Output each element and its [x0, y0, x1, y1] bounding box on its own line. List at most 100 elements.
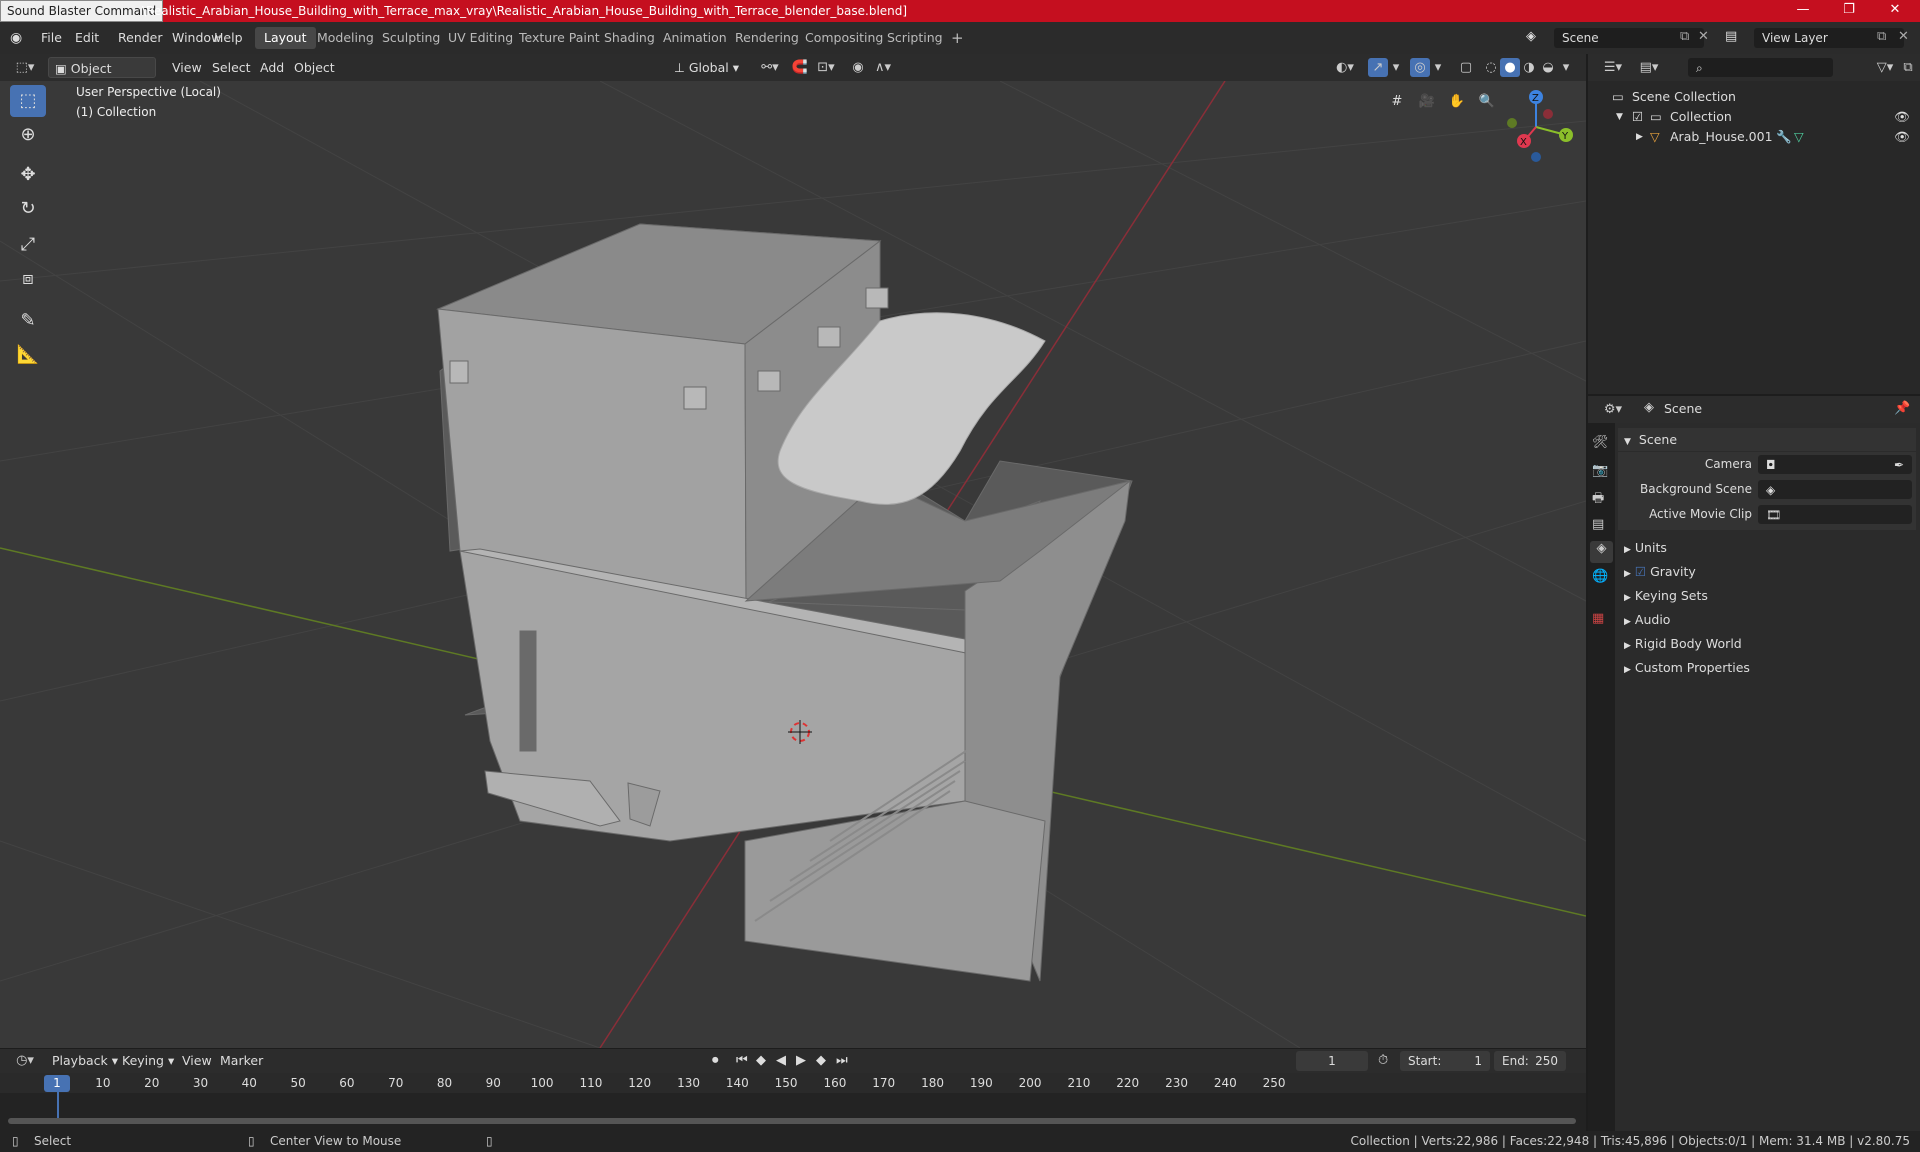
current-frame-field[interactable]: 1: [1296, 1051, 1368, 1071]
outliner-row-scene-collection[interactable]: ▭ Scene Collection: [1588, 86, 1920, 108]
gizmo-toggle-icon[interactable]: ↗: [1368, 58, 1388, 77]
timeline-editor-type-icon[interactable]: ◷▾: [10, 1051, 40, 1070]
panel-units[interactable]: ▶ Units: [1618, 536, 1916, 559]
eyedropper-icon[interactable]: ✒: [1894, 455, 1904, 475]
navigation-gizmo[interactable]: Z Y X: [1500, 85, 1580, 165]
panel-audio[interactable]: ▶ Audio: [1618, 608, 1916, 631]
camera-field[interactable]: ◘ ✒: [1758, 455, 1912, 474]
3d-viewport[interactable]: User Perspective (Local) (1) Collection …: [0, 81, 1586, 1048]
checkbox-icon[interactable]: ☑: [1632, 106, 1643, 128]
menu-add[interactable]: Add: [254, 57, 290, 78]
scene-tab-icon[interactable]: ◈: [1590, 541, 1613, 563]
panel-custom-properties[interactable]: ▶ Custom Properties: [1618, 656, 1916, 679]
add-workspace-icon[interactable]: +: [942, 27, 973, 49]
tab-sculpting[interactable]: Sculpting: [373, 27, 449, 49]
menu-view[interactable]: View: [166, 57, 208, 78]
display-mode-icon[interactable]: ▤▾: [1634, 58, 1664, 77]
outliner-row-object[interactable]: ▶ ▽ Arab_House.001 🔧 ▽ 👁: [1588, 126, 1920, 148]
eye-icon[interactable]: 👁: [1894, 126, 1910, 148]
next-keyframe-icon[interactable]: ◆: [816, 1053, 826, 1068]
view-layer-icon[interactable]: ▤: [1725, 29, 1737, 44]
gravity-checkbox[interactable]: ☑: [1635, 564, 1646, 579]
scene-icon[interactable]: ◈: [1526, 29, 1536, 44]
background-scene-field[interactable]: ◈: [1758, 480, 1912, 499]
shading-dropdown-icon[interactable]: ▾: [1558, 58, 1574, 77]
tab-layout[interactable]: Layout: [255, 27, 316, 49]
eye-icon[interactable]: 👁: [1894, 106, 1910, 128]
restore-button[interactable]: ❐: [1826, 0, 1872, 22]
proportional-edit-icon[interactable]: ◉: [848, 58, 868, 77]
new-scene-icon[interactable]: ⧉: [1680, 29, 1689, 44]
timeline-scrollbar[interactable]: [8, 1118, 1576, 1124]
gizmo-dropdown-icon[interactable]: ▾: [1388, 58, 1404, 77]
minimize-button[interactable]: —: [1780, 0, 1826, 22]
menu-select[interactable]: Select: [206, 57, 257, 78]
remove-scene-icon[interactable]: ✕: [1698, 29, 1709, 44]
object-mode-dropdown[interactable]: ▣ Object Mode ▾: [48, 57, 156, 97]
rotate-tool-icon[interactable]: ↻: [10, 193, 46, 225]
playback-menu[interactable]: Playback ▾: [46, 1050, 124, 1071]
jump-start-icon[interactable]: ⏮: [736, 1053, 748, 1068]
output-tab-icon[interactable]: 🖶: [1592, 489, 1604, 511]
tab-animation[interactable]: Animation: [654, 27, 736, 49]
measure-tool-icon[interactable]: 📐: [10, 339, 46, 371]
render-tab-icon[interactable]: 📷: [1592, 463, 1608, 478]
panel-gravity[interactable]: ▶ ☑ Gravity: [1618, 560, 1916, 583]
panel-keying-sets[interactable]: ▶ Keying Sets: [1618, 584, 1916, 607]
new-collection-icon[interactable]: ⧉: [1898, 58, 1918, 77]
end-frame-field[interactable]: End: 250: [1494, 1051, 1566, 1071]
overlay-dropdown-icon[interactable]: ▾: [1430, 58, 1446, 77]
material-shading-icon[interactable]: ◑: [1519, 58, 1539, 77]
start-frame-field[interactable]: Start: 1: [1400, 1051, 1490, 1071]
prev-keyframe-icon[interactable]: ◆: [756, 1053, 766, 1068]
solid-shading-icon[interactable]: ●: [1500, 58, 1520, 77]
properties-editor-type-icon[interactable]: ⚙▾: [1598, 400, 1628, 419]
new-view-layer-icon[interactable]: ⧉: [1877, 29, 1886, 44]
world-tab-icon[interactable]: 🌐: [1592, 569, 1608, 584]
expand-arrow-icon[interactable]: ▶: [1636, 126, 1643, 148]
play-icon[interactable]: ▶: [796, 1053, 806, 1068]
timeline-area[interactable]: 1 10 20 30 40 50 60 70 80 90 100 110 120 130 140 150 16…: [0, 1073, 1586, 1131]
close-window-button[interactable]: ✕: [1872, 0, 1918, 22]
xray-toggle-icon[interactable]: ▢: [1456, 58, 1476, 77]
pivot-point-icon[interactable]: ⚯▾: [756, 58, 784, 77]
keying-menu[interactable]: Keying ▾: [116, 1050, 180, 1071]
falloff-icon[interactable]: ∧▾: [868, 58, 898, 77]
menu-file[interactable]: File: [34, 27, 69, 49]
tool-tab-icon[interactable]: 🛠: [1592, 435, 1609, 450]
outliner-editor-type-icon[interactable]: ☰▾: [1598, 58, 1628, 77]
select-box-tool-icon[interactable]: ⬚: [10, 85, 46, 117]
menu-help[interactable]: Help: [207, 27, 250, 49]
modifier-icon[interactable]: 🔧: [1776, 126, 1792, 148]
playhead-frame-indicator[interactable]: 1: [44, 1075, 70, 1092]
tab-modeling[interactable]: Modeling: [308, 27, 383, 49]
camera-view-icon[interactable]: 🎥: [1414, 89, 1440, 115]
remove-view-layer-icon[interactable]: ✕: [1898, 29, 1909, 44]
jump-end-icon[interactable]: ⏭: [836, 1053, 848, 1068]
texture-tab-icon[interactable]: ▦: [1592, 611, 1604, 626]
annotate-tool-icon[interactable]: ✎: [10, 305, 46, 337]
tab-scripting[interactable]: Scripting: [878, 27, 952, 49]
snap-element-icon[interactable]: ⊡▾: [812, 58, 840, 77]
rendered-shading-icon[interactable]: ◒: [1538, 58, 1558, 77]
stopwatch-icon[interactable]: ⏱: [1378, 1053, 1388, 1068]
view-layer-tab-icon[interactable]: ▤: [1592, 517, 1604, 532]
orientation-dropdown[interactable]: ⊥ Global ▾: [668, 57, 746, 78]
timeline-view-menu[interactable]: View: [176, 1050, 218, 1071]
expand-arrow-icon[interactable]: ▼: [1616, 106, 1623, 128]
mesh-data-icon[interactable]: ▽: [1794, 126, 1804, 148]
wireframe-shading-icon[interactable]: ◌: [1481, 58, 1501, 77]
cursor-tool-icon[interactable]: ⊕: [10, 119, 46, 151]
scale-tool-icon[interactable]: ⤢: [10, 229, 46, 261]
active-movie-clip-field[interactable]: 🎞: [1758, 505, 1912, 524]
move-tool-icon[interactable]: ✥: [10, 159, 46, 191]
editor-type-icon[interactable]: ⬚▾: [10, 58, 40, 77]
scene-section-header[interactable]: ▼ Scene: [1618, 428, 1916, 451]
panel-rigid-body-world[interactable]: ▶ Rigid Body World: [1618, 632, 1916, 655]
menu-render[interactable]: Render: [111, 27, 170, 49]
toggle-perspective-icon[interactable]: #: [1384, 89, 1410, 115]
blender-logo-icon[interactable]: ◉: [10, 30, 22, 46]
outliner-search-input[interactable]: ⌕: [1688, 58, 1833, 77]
pin-icon[interactable]: 📌: [1894, 401, 1910, 416]
visibility-icon[interactable]: ◐▾: [1330, 58, 1360, 77]
